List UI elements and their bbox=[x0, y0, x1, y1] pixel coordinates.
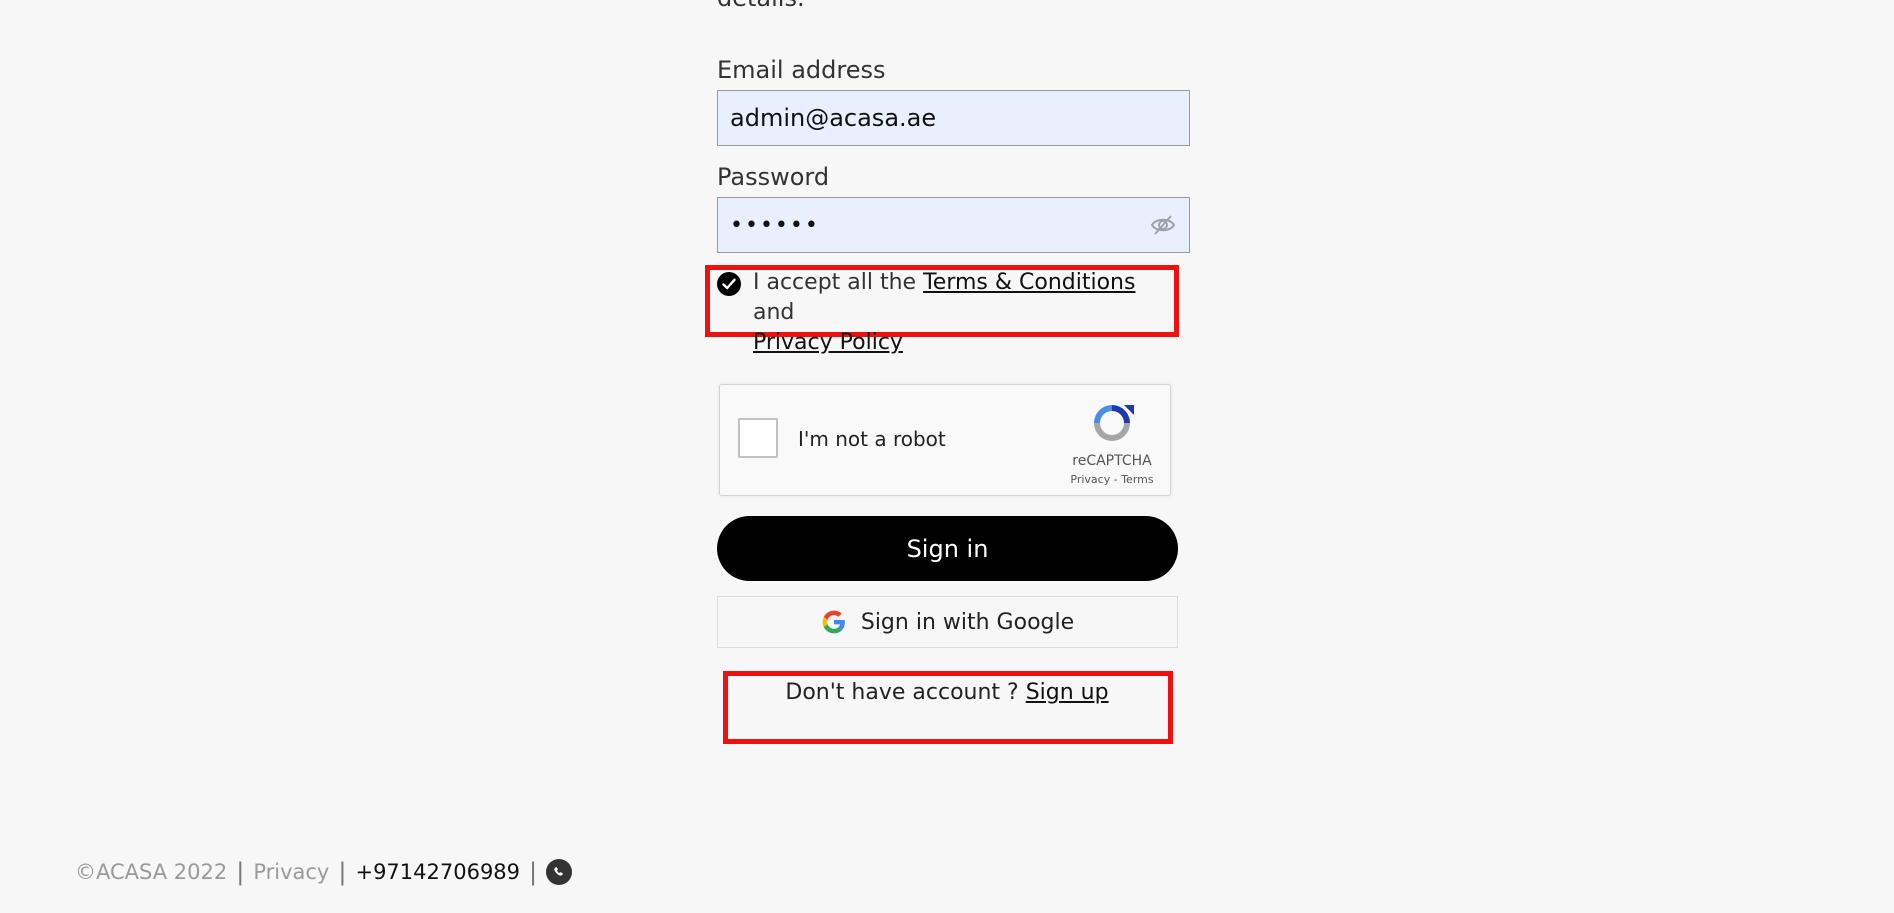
terms-row: I accept all the Terms & Conditions and … bbox=[717, 268, 1177, 358]
password-field[interactable]: •••••• bbox=[717, 197, 1190, 253]
check-circle-icon[interactable] bbox=[717, 272, 741, 296]
footer-divider: | bbox=[236, 858, 245, 886]
sign-in-button[interactable]: Sign in bbox=[717, 516, 1178, 581]
whatsapp-icon[interactable] bbox=[546, 859, 573, 885]
recaptcha-links[interactable]: Privacy - Terms bbox=[1050, 473, 1174, 486]
signup-row: Don't have account ? Sign up bbox=[723, 680, 1171, 705]
email-field[interactable]: admin@acasa.ae bbox=[717, 90, 1190, 146]
footer-divider: | bbox=[529, 858, 538, 886]
sign-up-link[interactable]: Sign up bbox=[1026, 680, 1109, 705]
sign-in-label: Sign in bbox=[906, 534, 989, 563]
terms-text: I accept all the Terms & Conditions and … bbox=[753, 268, 1177, 358]
footer-divider: | bbox=[338, 858, 347, 886]
recaptcha-brand: reCAPTCHA bbox=[1072, 453, 1152, 469]
recaptcha-widget: I'm not a robot reCAPTCHA Privacy - Term… bbox=[719, 384, 1171, 496]
terms-middle: and bbox=[753, 300, 795, 325]
recaptcha-logo-icon bbox=[1094, 405, 1134, 441]
recaptcha-label: I'm not a robot bbox=[798, 427, 946, 451]
footer-privacy-link[interactable]: Privacy bbox=[253, 860, 329, 884]
password-label: Password bbox=[717, 163, 830, 191]
password-value: •••••• bbox=[730, 212, 820, 238]
email-value: admin@acasa.ae bbox=[730, 104, 937, 132]
signup-prefix: Don't have account ? bbox=[785, 680, 1026, 705]
recaptcha-checkbox[interactable] bbox=[738, 418, 778, 458]
google-sign-in-label: Sign in with Google bbox=[860, 609, 1075, 635]
email-label: Email address bbox=[717, 56, 886, 84]
copyright-text: ©ACASA 2022 bbox=[75, 860, 228, 884]
footer-phone-link[interactable]: +97142706989 bbox=[355, 860, 520, 884]
footer: ©ACASA 2022 | Privacy | +97142706989 | bbox=[75, 858, 573, 886]
eye-slash-icon[interactable] bbox=[1149, 211, 1177, 239]
terms-conditions-link[interactable]: Terms & Conditions bbox=[923, 270, 1135, 295]
terms-prefix: I accept all the bbox=[753, 270, 924, 295]
google-g-icon bbox=[822, 610, 845, 634]
google-sign-in-button[interactable]: Sign in with Google bbox=[717, 596, 1178, 648]
privacy-policy-link[interactable]: Privacy Policy bbox=[753, 330, 903, 355]
intro-text: details. bbox=[717, 0, 805, 12]
